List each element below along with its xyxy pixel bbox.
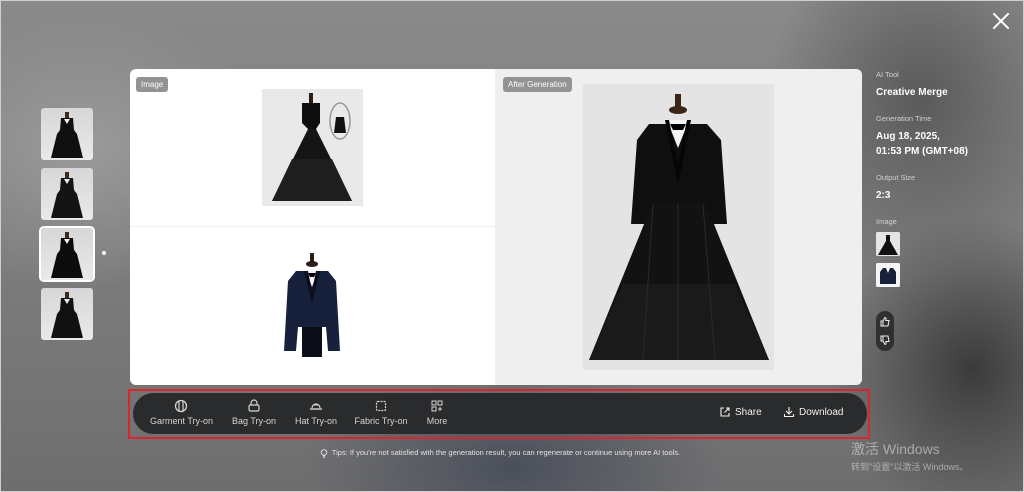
history-thumbnail[interactable]	[41, 108, 93, 160]
active-indicator-dot	[102, 251, 106, 255]
watermark-line1: 激活 Windows	[851, 441, 940, 457]
ai-tool-key: AI Tool	[876, 70, 899, 79]
generation-time-line1: Aug 18, 2025,	[876, 131, 940, 142]
input-image-slot	[130, 227, 495, 385]
source-image-thumbnail[interactable]	[876, 263, 900, 287]
lightbulb-icon	[320, 448, 328, 458]
tips-text-row: Tips: If you're not satisfied with the g…	[0, 448, 1000, 458]
download-button[interactable]: Download	[783, 406, 843, 418]
hat-try-on-button[interactable]: Hat Try-on	[294, 399, 338, 429]
output-size-value: 2:3	[876, 190, 891, 201]
info-panel: AI Tool Creative Merge Generation Time A…	[876, 70, 986, 294]
bag-icon	[248, 399, 260, 412]
history-thumbnail[interactable]	[41, 288, 93, 340]
more-tools-button[interactable]: More	[425, 399, 449, 429]
output-image-panel: After Generation	[495, 69, 862, 385]
image-key: Image	[876, 217, 897, 226]
more-grid-icon	[431, 400, 443, 412]
hat-icon	[310, 403, 322, 410]
output-size-key: Output Size	[876, 173, 916, 182]
history-thumbnail[interactable]	[41, 168, 93, 220]
download-label: Download	[799, 406, 844, 418]
after-generation-tag: After Generation	[503, 77, 572, 92]
history-thumbnail-active[interactable]	[39, 226, 95, 282]
share-label: Share	[735, 406, 762, 418]
history-thumbnails	[39, 108, 95, 348]
generation-time-line2: 01:53 PM (GMT+08)	[876, 146, 968, 157]
tool-label: Hat Try-on	[294, 416, 337, 426]
thumbs-down-icon[interactable]	[879, 334, 891, 346]
generation-time-key: Generation Time	[876, 114, 932, 123]
tips-text: Tips: If you're not satisfied with the g…	[331, 448, 681, 457]
close-icon[interactable]	[990, 10, 1012, 32]
garment-icon	[174, 399, 188, 413]
input-image-slot: Image	[130, 69, 495, 227]
fabric-icon	[375, 400, 387, 412]
ai-tools-toolbar: Garment Try-on Bag Try-on Hat Try-on Fab…	[133, 393, 867, 434]
thumbs-up-icon[interactable]	[879, 316, 891, 328]
tool-label: Bag Try-on	[231, 416, 277, 426]
garment-try-on-button[interactable]: Garment Try-on	[150, 399, 214, 429]
tool-label: Garment Try-on	[150, 416, 214, 426]
bag-try-on-button[interactable]: Bag Try-on	[231, 399, 277, 429]
tool-label: Fabric Try-on	[354, 416, 408, 426]
watermark-line2: 转到"设置"以激活 Windows。	[851, 462, 969, 472]
feedback-pill	[876, 311, 894, 351]
ai-tool-value: Creative Merge	[876, 87, 948, 98]
tool-label: More	[426, 416, 448, 426]
fabric-try-on-button[interactable]: Fabric Try-on	[354, 399, 408, 429]
download-icon	[783, 407, 795, 418]
generated-image[interactable]	[583, 84, 774, 370]
windows-activation-watermark: 激活 Windows 转到"设置"以激活 Windows。	[851, 439, 968, 473]
ball-gown-image[interactable]	[262, 89, 363, 206]
result-card: Image After Generation	[130, 69, 862, 385]
input-images-panel: Image	[130, 69, 495, 385]
source-image-thumbnail[interactable]	[876, 232, 900, 256]
image-tag: Image	[136, 77, 169, 92]
tuxedo-image[interactable]	[270, 247, 354, 365]
share-icon	[720, 407, 730, 417]
share-button[interactable]: Share	[719, 406, 762, 418]
